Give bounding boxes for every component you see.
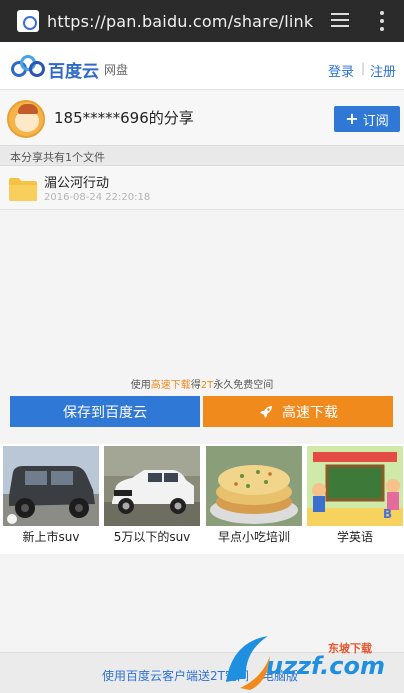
avatar[interactable]: [7, 100, 45, 138]
tabs-icon[interactable]: [331, 13, 349, 29]
fast-download-button[interactable]: 高速下载: [203, 396, 393, 427]
site-favicon-icon[interactable]: [17, 10, 39, 32]
promo-highlight-download: 高速下载: [150, 380, 191, 391]
watermark-brand: uzzf.com: [266, 652, 385, 680]
logo-subtitle: 网盘: [104, 63, 129, 77]
share-owner-title: 185*****696的分享: [54, 109, 194, 127]
ad-badge-icon: [7, 514, 17, 524]
subscribe-label: 订阅: [362, 113, 389, 129]
save-to-cloud-button[interactable]: 保存到百度云: [10, 396, 200, 427]
svg-text:B: B: [383, 507, 392, 521]
ad-label: 5万以下的suv: [113, 530, 191, 544]
ad-label: 早点小吃培训: [217, 530, 290, 544]
file-count-text: 本分享共有1个文件: [10, 151, 105, 164]
url-bar[interactable]: https://pan.baidu.com/share/link?uk=: [47, 12, 313, 31]
ad-item[interactable]: 5万以下的suv: [104, 446, 200, 550]
ad-image-pancakes: [206, 446, 302, 526]
ad-image-classroom: B: [307, 446, 403, 526]
baidu-cloud-logo-icon[interactable]: [10, 54, 46, 78]
promo-highlight-space: 2T: [200, 380, 214, 391]
ad-image-white-suv: [104, 446, 200, 526]
logo-title: 百度云: [48, 62, 99, 82]
ad-strip: 新上市suv 5万以下的suv 早点小吃培训 B 学英语: [0, 444, 404, 554]
ad-item[interactable]: 早点小吃培训: [206, 446, 302, 550]
ad-label: 学英语: [336, 530, 373, 544]
page: https://pan.baidu.com/share/link?uk= 百度云…: [0, 0, 404, 693]
file-date: 2016-08-24 22:20:18: [44, 192, 151, 203]
folder-icon: [9, 178, 37, 201]
plus-icon: +: [345, 109, 359, 128]
fast-download-label: 高速下载: [282, 404, 338, 421]
promo-text: 使用高速下载得2T永久免费空间: [0, 376, 404, 391]
ad-image-armored-suv: [3, 446, 99, 526]
file-count-bar: 本分享共有1个文件: [0, 145, 404, 166]
register-link[interactable]: 注册: [370, 61, 396, 80]
site-header: 百度云 网盘 登录 | 注册: [0, 42, 404, 90]
promo-middle: 得: [190, 380, 201, 391]
uzzf-watermark-logo: 东坡下载 uzzf.com: [226, 636, 385, 690]
rocket-icon: [260, 405, 272, 418]
ad-item[interactable]: B 学英语: [307, 446, 403, 550]
overflow-menu-icon[interactable]: [380, 11, 384, 31]
ad-label: 新上市suv: [22, 530, 80, 544]
promo-prefix: 使用: [130, 380, 151, 391]
share-owner-row: 185*****696的分享 + 订阅: [0, 91, 404, 145]
login-link[interactable]: 登录: [328, 61, 354, 80]
browser-toolbar: https://pan.baidu.com/share/link?uk=: [0, 0, 404, 42]
subscribe-button[interactable]: + 订阅: [334, 106, 400, 132]
link-separator: |: [361, 61, 366, 75]
promo-suffix: 永久免费空间: [213, 380, 274, 391]
list-item[interactable]: 湄公河行动 2016-08-24 22:20:18: [0, 166, 404, 210]
ad-item[interactable]: 新上市suv: [3, 446, 99, 550]
file-name: 湄公河行动: [44, 176, 110, 191]
